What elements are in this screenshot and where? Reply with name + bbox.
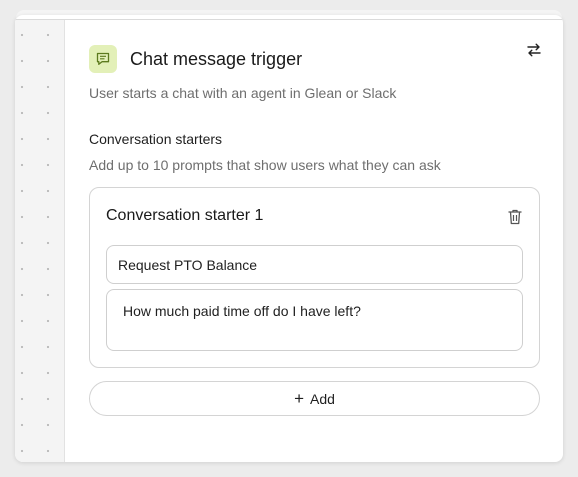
plus-icon: +: [294, 388, 304, 408]
conversation-starters-label: Conversation starters: [89, 131, 223, 147]
add-button-label: Add: [310, 390, 335, 407]
starter-name-input[interactable]: [106, 245, 523, 284]
starter-prompt-textarea[interactable]: How much paid time off do I have left?: [106, 289, 523, 351]
trigger-config-panel: Chat message trigger User starts a chat …: [15, 15, 563, 462]
trigger-subtitle: User starts a chat with an agent in Glea…: [89, 85, 397, 101]
conversation-starter-title: Conversation starter 1: [106, 207, 264, 224]
canvas-dot-grid: [15, 20, 65, 462]
conversation-starter-card: Conversation starter 1 How much paid tim…: [89, 187, 540, 368]
chat-message-icon: [89, 45, 117, 73]
swap-arrows-icon[interactable]: [526, 42, 542, 58]
panel-top-divider: [15, 19, 563, 20]
conversation-starters-help: Add up to 10 prompts that show users wha…: [89, 157, 441, 173]
add-conversation-starter-button[interactable]: + Add: [89, 381, 540, 416]
trigger-title: Chat message trigger: [130, 49, 303, 69]
trash-icon[interactable]: [507, 208, 523, 226]
